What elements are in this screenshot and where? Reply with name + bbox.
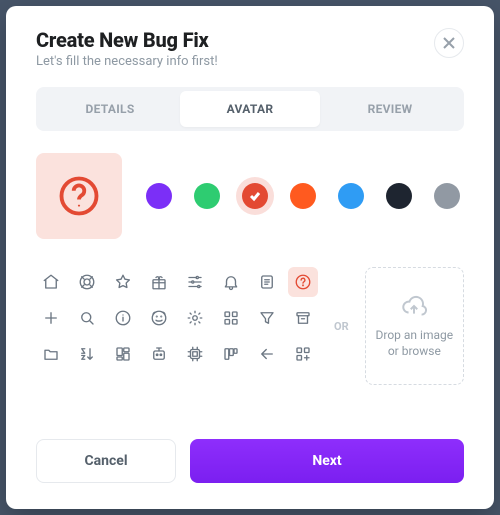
cancel-button[interactable]: Cancel <box>36 439 176 483</box>
icon-upload-row: OR Drop an imageor browse <box>36 267 464 385</box>
funnel-icon <box>258 309 276 327</box>
search-icon <box>78 309 96 327</box>
icon-option-archive[interactable] <box>288 303 318 333</box>
color-orange[interactable] <box>290 183 316 209</box>
icon-option-search[interactable] <box>72 303 102 333</box>
info-icon <box>114 309 132 327</box>
kanban-icon <box>222 345 240 363</box>
tab-review[interactable]: REVIEW <box>320 91 460 127</box>
home-icon <box>42 273 60 291</box>
sliders-icon <box>186 273 204 291</box>
next-button[interactable]: Next <box>190 439 464 483</box>
icon-option-gift[interactable] <box>144 267 174 297</box>
color-picker <box>146 183 460 209</box>
icon-grid <box>36 267 318 369</box>
folder-icon <box>42 345 60 363</box>
or-label: OR <box>334 320 349 333</box>
icon-option-folder[interactable] <box>36 339 66 369</box>
icon-option-robot[interactable] <box>144 339 174 369</box>
icon-option-kanban[interactable] <box>216 339 246 369</box>
avatar-preview <box>36 153 122 239</box>
tab-avatar[interactable]: AVATAR <box>180 91 320 127</box>
modal-subtitle: Let's fill the necessary info first! <box>36 54 218 69</box>
modal-footer: Cancel Next <box>36 439 464 483</box>
star-icon <box>114 273 132 291</box>
icon-option-face[interactable] <box>144 303 174 333</box>
avatar-row <box>36 153 464 239</box>
grid-icon <box>222 309 240 327</box>
icon-option-star[interactable] <box>108 267 138 297</box>
plus-icon <box>42 309 60 327</box>
icon-option-info[interactable] <box>108 303 138 333</box>
icon-option-sort-az[interactable] <box>72 339 102 369</box>
icon-option-question[interactable] <box>288 267 318 297</box>
question-icon <box>294 273 312 291</box>
sort-az-icon <box>78 345 96 363</box>
cloud-upload-icon <box>401 293 427 319</box>
icon-option-home[interactable] <box>36 267 66 297</box>
grid-plus-icon <box>294 345 312 363</box>
face-icon <box>150 309 168 327</box>
icon-option-dashboard[interactable] <box>108 339 138 369</box>
step-tabs: DETAILS AVATAR REVIEW <box>36 87 464 131</box>
back-icon <box>258 345 276 363</box>
icon-option-chip[interactable] <box>180 339 210 369</box>
color-purple[interactable] <box>146 183 172 209</box>
robot-icon <box>150 345 168 363</box>
create-bugfix-modal: Create New Bug Fix Let's fill the necess… <box>6 6 494 509</box>
modal-header: Create New Bug Fix Let's fill the necess… <box>36 28 464 69</box>
color-blue[interactable] <box>338 183 364 209</box>
icon-option-sliders[interactable] <box>180 267 210 297</box>
bell-icon <box>222 273 240 291</box>
note-icon <box>258 273 276 291</box>
cog-icon <box>186 309 204 327</box>
tab-details[interactable]: DETAILS <box>40 91 180 127</box>
color-black[interactable] <box>386 183 412 209</box>
header-text: Create New Bug Fix Let's fill the necess… <box>36 28 218 69</box>
close-button[interactable] <box>434 28 464 58</box>
icon-option-grid[interactable] <box>216 303 246 333</box>
modal-title: Create New Bug Fix <box>36 28 218 52</box>
icon-option-funnel[interactable] <box>252 303 282 333</box>
dashboard-icon <box>114 345 132 363</box>
chip-icon <box>186 345 204 363</box>
icon-option-back[interactable] <box>252 339 282 369</box>
check-icon <box>249 190 261 202</box>
lifebuoy-icon <box>78 273 96 291</box>
drop-zone-text: Drop an imageor browse <box>376 327 454 359</box>
color-gray[interactable] <box>434 183 460 209</box>
icon-option-plus[interactable] <box>36 303 66 333</box>
icon-option-cog[interactable] <box>180 303 210 333</box>
gift-icon <box>150 273 168 291</box>
icon-option-grid-plus[interactable] <box>288 339 318 369</box>
archive-icon <box>294 309 312 327</box>
close-icon <box>443 37 455 49</box>
icon-option-bell[interactable] <box>216 267 246 297</box>
question-icon <box>58 175 100 217</box>
icon-option-note[interactable] <box>252 267 282 297</box>
color-green[interactable] <box>194 183 220 209</box>
icon-option-lifebuoy[interactable] <box>72 267 102 297</box>
image-drop-zone[interactable]: Drop an imageor browse <box>365 267 464 385</box>
color-red[interactable] <box>242 183 268 209</box>
